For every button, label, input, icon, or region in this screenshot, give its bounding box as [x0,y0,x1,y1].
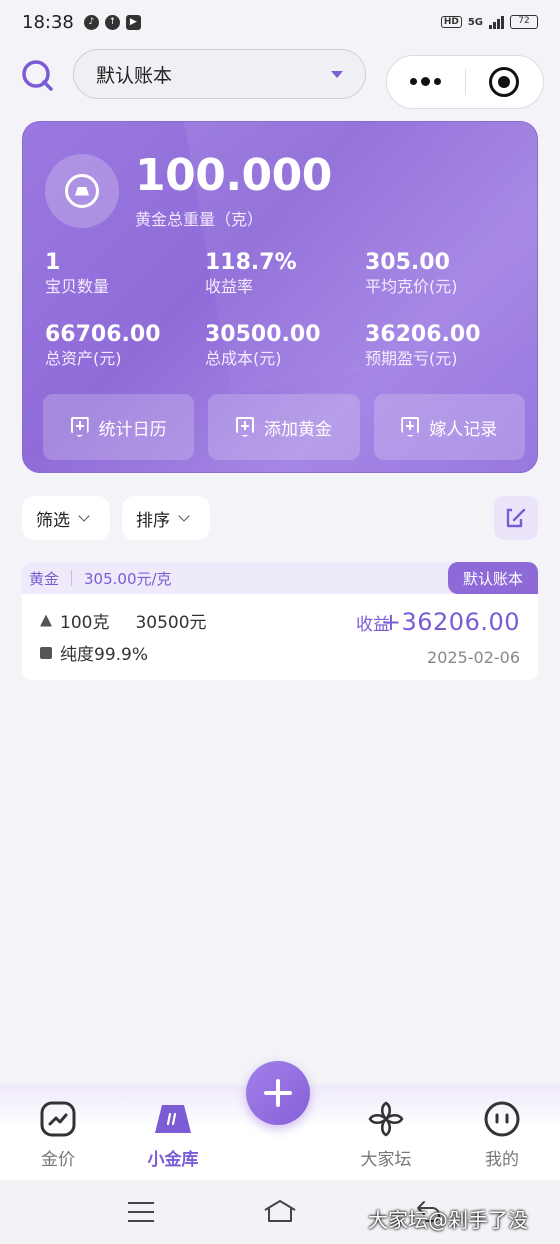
action-label: 嫁人记录 [429,419,498,440]
sort-label: 排序 [136,510,170,531]
stat-label: 预期盈亏(元) [365,349,458,368]
holding-purity: 纯度99.9% [60,645,149,665]
purity-line: 纯度99.9% [40,640,148,665]
network-label: 5G [467,16,483,28]
tab-label: 金价 [41,1150,75,1170]
action-label: 统计日历 [98,419,167,440]
stat-expected-profit: 36206.00 预期盈亏(元) [365,322,481,370]
home-icon[interactable] [262,1198,298,1228]
edit-icon [506,508,526,528]
tab-label: 小金库 [147,1150,199,1170]
stat-total-cost: 30500.00 总成本(元) [205,322,321,370]
tab-vault[interactable]: 小金库 [123,1099,223,1170]
more-icon[interactable] [387,77,465,86]
add-doc-icon [235,417,254,437]
stats-calendar-button[interactable]: 统计日历 [43,394,195,460]
stat-label: 总资产(元) [45,349,122,368]
stat-value: 305.00 [365,250,450,275]
chevron-down-icon [178,510,190,522]
upload-icon: ↑ [104,14,120,30]
target-icon[interactable] [466,67,544,97]
stat-total-assets: 66706.00 总资产(元) [45,322,161,370]
mini-program-capsule [386,55,544,109]
music-icon: ♪ [83,14,99,30]
status-bar: 18:38 ♪ ↑ ▶ HD 5G 72 [0,0,560,44]
tab-gold-price[interactable]: 金价 [8,1099,108,1170]
caret-down-icon [331,70,343,78]
play-icon: ▶ [125,14,141,30]
holding-type: 黄金 [29,569,60,588]
weight-icon [40,614,52,627]
holding-date: 2025-02-06 [427,648,520,667]
divider [71,570,73,586]
add-doc-icon [401,417,420,437]
stat-label: 收益率 [205,277,254,296]
card-actions: 统计日历 添加黄金 嫁人记录 [43,394,525,460]
hd-icon: HD [440,16,462,28]
status-time: 18:38 [22,11,74,33]
stat-label: 总成本(元) [205,349,282,368]
holding-cost: 30500元 [135,613,207,633]
chevron-down-icon [78,510,90,522]
gold-bar-icon [45,154,119,228]
notification-icons: ♪ ↑ ▶ [83,14,141,30]
dowry-record-button[interactable]: 嫁人记录 [373,394,525,460]
holding-price: 305.00元/克 [84,569,172,588]
ledger-tag: 默认账本 [448,562,538,594]
tab-mine[interactable]: 我的 [452,1099,552,1170]
stat-value: 1 [45,250,61,275]
holding-weight: 100克 [60,613,110,633]
face-icon [482,1099,522,1139]
search-icon[interactable] [20,58,54,92]
status-right: HD 5G 72 [440,15,538,29]
stat-return-rate: 118.7% 收益率 [205,250,297,298]
total-weight-label: 黄金总重量（克） [135,210,264,229]
action-label: 添加黄金 [263,419,332,440]
battery-icon: 72 [510,15,538,29]
edit-button[interactable] [494,496,538,540]
holding-card[interactable]: 黄金 305.00元/克 默认账本 100克 30500元 纯度99.9% 收益… [22,562,538,680]
signal-icon [489,15,504,29]
weight-cost-line: 100克 30500元 [40,608,207,633]
add-gold-button[interactable]: 添加黄金 [208,394,360,460]
gold-bar-icon [153,1099,193,1139]
tab-label: 我的 [485,1150,519,1170]
stat-label: 平均克价(元) [365,277,458,296]
holding-body: 100克 30500元 纯度99.9% 收益 +36206.00 2025-02… [22,594,538,680]
summary-card: 100.000 黄金总重量（克） 1 宝贝数量 118.7% 收益率 305.0… [22,121,538,473]
sort-button[interactable]: 排序 [122,496,210,540]
profit-value: +36206.00 [380,608,520,636]
filter-label: 筛选 [36,510,70,531]
stat-value: 36206.00 [365,322,481,347]
header: 默认账本 [0,48,560,109]
stat-avg-price: 305.00 平均克价(元) [365,250,458,298]
ledger-name: 默认账本 [96,64,173,87]
stat-value: 66706.00 [45,322,161,347]
add-doc-icon [70,417,89,437]
stat-label: 宝贝数量 [45,277,110,296]
stat-value: 30500.00 [205,322,321,347]
tab-label: 大家坛 [360,1150,412,1170]
filter-button[interactable]: 筛选 [22,496,110,540]
watermark: 大家坛@剁手了没 [368,1208,528,1232]
tab-forum[interactable]: 大家坛 [336,1099,436,1170]
trend-chart-icon [38,1099,78,1139]
add-fab-button[interactable] [246,1061,310,1125]
ledger-select[interactable]: 默认账本 [73,49,366,99]
stat-item-count: 1 宝贝数量 [45,250,109,298]
pinwheel-icon [366,1099,406,1139]
menu-icon[interactable] [128,1202,154,1222]
total-weight: 100.000 [135,150,332,201]
stat-value: 118.7% [205,250,297,275]
purity-icon [40,646,52,659]
